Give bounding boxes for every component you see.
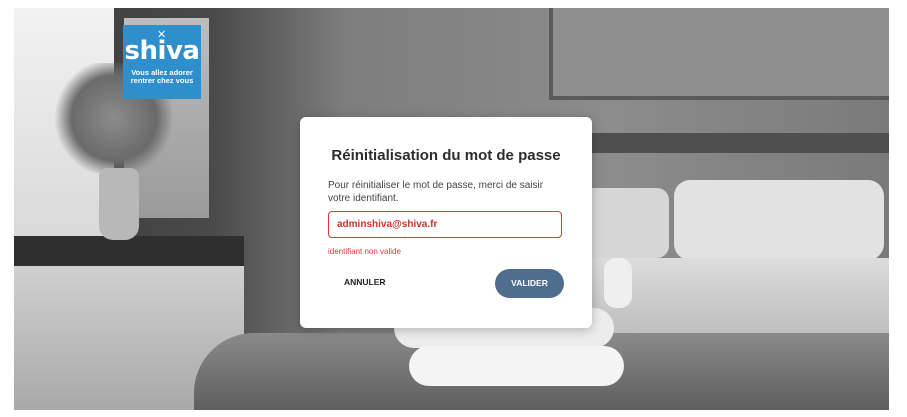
background-sill bbox=[14, 236, 244, 266]
identifier-input-value[interactable]: adminshiva@shiva.fr bbox=[337, 219, 437, 230]
background-pillow bbox=[674, 180, 884, 260]
password-reset-dialog: Réinitialisation du mot de passe Pour ré… bbox=[300, 117, 592, 328]
background-bed bbox=[589, 258, 889, 338]
error-message: identifiant non valide bbox=[328, 247, 401, 256]
dialog-title: Réinitialisation du mot de passe bbox=[331, 147, 561, 164]
logo-tagline-line2: rentrer chez vous bbox=[130, 76, 194, 85]
logo-check-icon: ✕ bbox=[157, 29, 167, 41]
background-headboard bbox=[589, 133, 889, 153]
identifier-input[interactable]: adminshiva@shiva.fr bbox=[328, 211, 562, 238]
logo-tagline: Vous allez adorer rentrer chez vous bbox=[123, 69, 201, 85]
background-vase bbox=[99, 168, 139, 240]
logo-word: shiva bbox=[124, 36, 200, 66]
validate-button[interactable]: VALIDER bbox=[495, 269, 564, 298]
dialog-instructions: Pour réinitialiser le mot de passe, merc… bbox=[328, 180, 544, 204]
background-wall-frame bbox=[549, 8, 889, 100]
shiva-logo: ✕ shiva Vous allez adorer rentrer chez v… bbox=[123, 25, 201, 99]
background-towel bbox=[604, 258, 632, 308]
cancel-button[interactable]: ANNULER bbox=[344, 277, 386, 287]
background-towel bbox=[409, 346, 624, 386]
